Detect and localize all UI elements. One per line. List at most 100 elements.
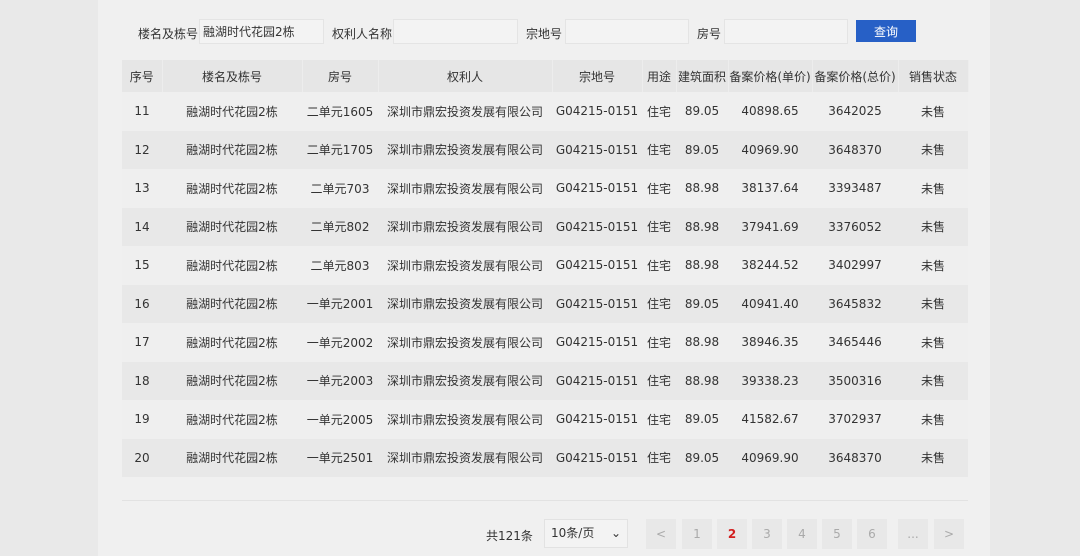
parcel-input[interactable]	[565, 19, 689, 44]
table-cell: 40969.90	[728, 130, 812, 169]
table-cell: 3393487	[812, 169, 898, 208]
table-cell: 未售	[898, 400, 968, 439]
divider	[122, 500, 968, 501]
table-cell: 住宅	[642, 130, 676, 169]
table-cell: 深圳市鼎宏投资发展有限公司	[378, 207, 552, 246]
table-cell: G04215-0151	[552, 323, 642, 362]
table-cell: 89.05	[676, 438, 728, 477]
total-count: 共121条	[486, 529, 533, 543]
pagination: 共121条 10条/页 ⌄ < 123456 ... >	[98, 519, 990, 549]
table-cell: 住宅	[642, 438, 676, 477]
table-cell: 融湖时代花园2栋	[162, 361, 302, 400]
page-button-4[interactable]: 4	[787, 519, 817, 549]
table-cell: 3645832	[812, 284, 898, 323]
table-cell: 深圳市鼎宏投资发展有限公司	[378, 323, 552, 362]
table-cell: 融湖时代花园2栋	[162, 207, 302, 246]
page-size-value: 10条/页	[551, 526, 595, 540]
table-cell: 融湖时代花园2栋	[162, 323, 302, 362]
owner-label: 权利人名称	[332, 27, 393, 41]
table-row[interactable]: 14 融湖时代花园2栋 二单元802 深圳市鼎宏投资发展有限公司 G04215-0151…	[122, 207, 968, 246]
table-cell: 融湖时代花园2栋	[162, 284, 302, 323]
table-cell: G04215-0151	[552, 361, 642, 400]
page-button-2[interactable]: 2	[717, 519, 747, 549]
table-cell: G04215-0151	[552, 438, 642, 477]
table-cell: 深圳市鼎宏投资发展有限公司	[378, 246, 552, 285]
table-cell: 一单元2001	[302, 284, 378, 323]
table-cell: 深圳市鼎宏投资发展有限公司	[378, 438, 552, 477]
table-cell: G04215-0151	[552, 246, 642, 285]
table-cell: 二单元1705	[302, 130, 378, 169]
table-cell: 住宅	[642, 207, 676, 246]
table-cell: 11	[122, 92, 162, 131]
table-cell: 一单元2005	[302, 400, 378, 439]
table-cell: 融湖时代花园2栋	[162, 92, 302, 131]
table-cell: 二单元802	[302, 207, 378, 246]
table-cell: 14	[122, 207, 162, 246]
table-cell: G04215-0151	[552, 169, 642, 208]
table-row[interactable]: 16 融湖时代花园2栋 一单元2001 深圳市鼎宏投资发展有限公司 G04215-015…	[122, 284, 968, 323]
table-cell: 二单元1605	[302, 92, 378, 131]
table-row[interactable]: 11 融湖时代花园2栋 二单元1605 深圳市鼎宏投资发展有限公司 G04215-015…	[122, 92, 968, 131]
table-cell: 住宅	[642, 92, 676, 131]
table-cell: 未售	[898, 130, 968, 169]
page-button-3[interactable]: 3	[752, 519, 782, 549]
column-header: 权利人	[378, 60, 553, 92]
column-header: 宗地号	[552, 60, 643, 92]
owner-input[interactable]	[393, 19, 518, 44]
table-cell: 二单元703	[302, 169, 378, 208]
table-cell: 未售	[898, 438, 968, 477]
table-cell: 19	[122, 400, 162, 439]
table-row[interactable]: 19 融湖时代花园2栋 一单元2005 深圳市鼎宏投资发展有限公司 G04215-015…	[122, 400, 968, 439]
table-cell: G04215-0151	[552, 400, 642, 439]
table-cell: 未售	[898, 284, 968, 323]
table-cell: 住宅	[642, 169, 676, 208]
table-cell: 89.05	[676, 284, 728, 323]
table-cell: 未售	[898, 323, 968, 362]
table-cell: G04215-0151	[552, 130, 642, 169]
table-header: 序号 楼名及栋号 房号 权利人 宗地号 用途 建筑面积 备案价格(单价) 备案价格(总价) 销售状…	[122, 60, 969, 92]
table-cell: 37941.69	[728, 207, 812, 246]
table-cell: 住宅	[642, 400, 676, 439]
page-button-6[interactable]: 6	[857, 519, 887, 549]
table-cell: 16	[122, 284, 162, 323]
room-input[interactable]	[724, 19, 848, 44]
table-cell: 39338.23	[728, 361, 812, 400]
table-row[interactable]: 17 融湖时代花园2栋 一单元2002 深圳市鼎宏投资发展有限公司 G04215-015…	[122, 323, 968, 362]
table-cell: 未售	[898, 92, 968, 131]
table-cell: 3376052	[812, 207, 898, 246]
table-row[interactable]: 20 融湖时代花园2栋 一单元2501 深圳市鼎宏投资发展有限公司 G04215-015…	[122, 438, 968, 477]
table-cell: 88.98	[676, 169, 728, 208]
table-row[interactable]: 15 融湖时代花园2栋 二单元803 深圳市鼎宏投资发展有限公司 G04215-0151…	[122, 246, 968, 285]
table-row[interactable]: 18 融湖时代花园2栋 一单元2003 深圳市鼎宏投资发展有限公司 G04215-015…	[122, 361, 968, 400]
table-cell: 41582.67	[728, 400, 812, 439]
table-cell: 89.05	[676, 130, 728, 169]
building-input[interactable]	[199, 19, 324, 44]
table-cell: 未售	[898, 361, 968, 400]
ellipsis-button[interactable]: ...	[898, 519, 928, 549]
page-button-5[interactable]: 5	[822, 519, 852, 549]
table-cell: 融湖时代花园2栋	[162, 246, 302, 285]
table-cell: 40969.90	[728, 438, 812, 477]
table-cell: 38244.52	[728, 246, 812, 285]
table-cell: 深圳市鼎宏投资发展有限公司	[378, 169, 552, 208]
page-size-select[interactable]: 10条/页 ⌄	[544, 519, 628, 548]
table-cell: 一单元2002	[302, 323, 378, 362]
table-cell: 38137.64	[728, 169, 812, 208]
room-label: 房号	[697, 27, 722, 41]
table-cell: 88.98	[676, 323, 728, 362]
next-page-button[interactable]: >	[934, 519, 964, 549]
table-cell: 12	[122, 130, 162, 169]
page-button-1[interactable]: 1	[682, 519, 712, 549]
table-cell: 89.05	[676, 92, 728, 131]
prev-page-button[interactable]: <	[646, 519, 676, 549]
table-cell: 深圳市鼎宏投资发展有限公司	[378, 130, 552, 169]
table-cell: 40941.40	[728, 284, 812, 323]
table-cell: 38946.35	[728, 323, 812, 362]
table-cell: 住宅	[642, 284, 676, 323]
table-row[interactable]: 13 融湖时代花园2栋 二单元703 深圳市鼎宏投资发展有限公司 G04215-0151…	[122, 169, 968, 208]
table-row[interactable]: 12 融湖时代花园2栋 二单元1705 深圳市鼎宏投资发展有限公司 G04215-015…	[122, 130, 968, 169]
building-label: 楼名及栋号	[138, 27, 199, 41]
table-cell: 住宅	[642, 361, 676, 400]
query-button[interactable]: 查询	[856, 20, 916, 42]
table-cell: 二单元803	[302, 246, 378, 285]
